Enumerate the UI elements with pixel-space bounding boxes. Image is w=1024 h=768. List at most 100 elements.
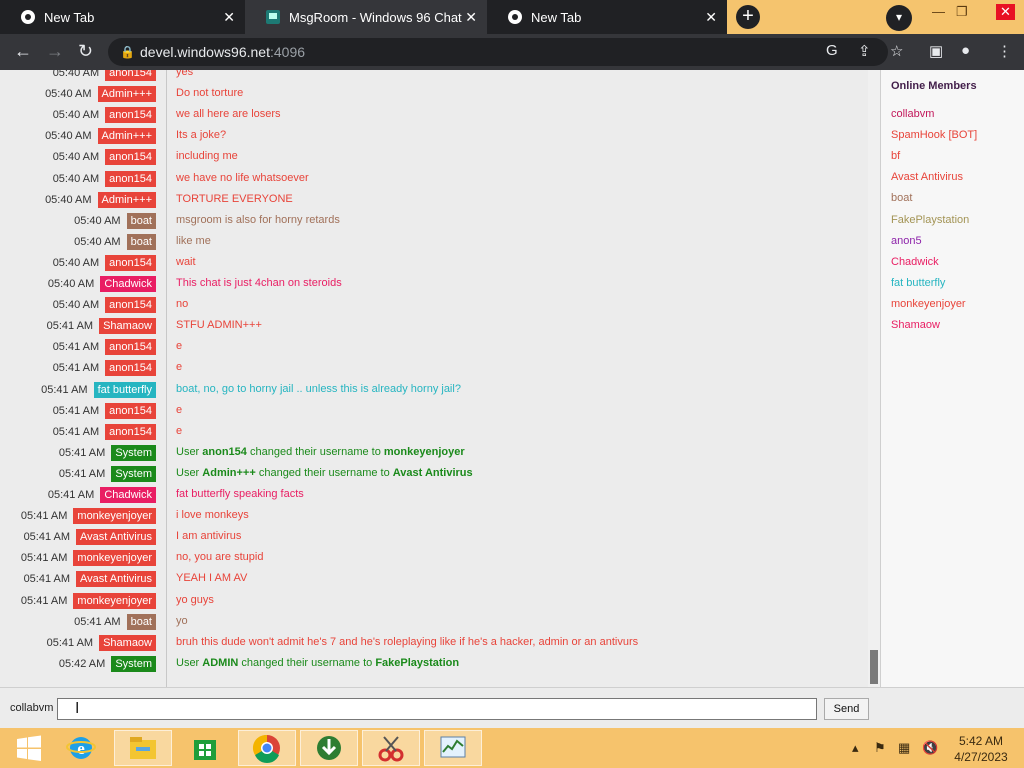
task-manager-icon[interactable] [424,730,482,766]
message-username-badge[interactable]: anon154 [105,297,156,314]
member-item[interactable]: Avast Antivirus [891,171,963,183]
message-username-badge[interactable]: anon154 [105,170,156,187]
message-username-badge[interactable]: monkeyenjoyer [73,550,156,567]
action-center-flag-icon[interactable]: ⚑ [874,740,886,756]
message-username-badge[interactable]: monkeyenjoyer [73,508,156,525]
member-item[interactable]: anon5 [891,235,922,247]
message-username-badge[interactable]: anon154 [105,423,156,440]
message-username-badge[interactable]: Admin+++ [97,86,156,103]
nickname-label[interactable]: collabvm [10,702,53,714]
close-tab-icon[interactable]: ✕ [465,9,477,26]
message-username-badge[interactable]: anon154 [105,254,156,271]
file-explorer-icon[interactable] [114,730,172,766]
message-time: 05:41 AM [47,489,95,501]
message-text: like me [176,234,211,247]
message-username-badge[interactable]: anon154 [105,360,156,377]
message-meta: 05:41 AM fat butterfly [41,381,156,398]
message-username-badge[interactable]: boat [126,212,156,229]
restore-icon[interactable]: ❐ [956,4,968,20]
message-username-badge[interactable]: System [111,465,156,482]
message-text: yo [176,614,188,627]
member-item[interactable]: fat butterfly [891,277,945,289]
tab-search-button[interactable]: ▾ [886,5,912,31]
message-username-badge[interactable]: anon154 [105,339,156,356]
reload-icon[interactable]: ↻ [78,42,93,60]
snipping-tool-icon[interactable] [362,730,420,766]
close-tab-icon[interactable]: ✕ [705,9,717,26]
message-meta: 05:40 AM Admin+++ [45,86,156,103]
network-icon[interactable]: ▦ [898,740,910,756]
message-time: 05:40 AM [74,235,121,248]
message-time: 05:40 AM [74,214,121,227]
tab-new-tab-1[interactable]: New Tab ✕ [0,0,245,34]
message-username-badge[interactable]: monkeyenjoyer [73,592,156,609]
message-meta: 05:40 AM boat [74,212,156,229]
bookmark-star-icon[interactable]: ☆ [890,42,903,60]
address-bar[interactable]: 🔒 devel.windows96.net:4096 [108,38,888,66]
send-button[interactable]: Send [824,698,869,720]
chat-log[interactable]: 05:40 AM anon154 yes 05:40 AM Admin+++ Do not… [0,70,880,687]
chat-message-row: 05:41 AM Avast Antivirus YEAH I AM AV [0,568,860,589]
message-time: 05:40 AM [52,70,100,79]
member-item[interactable]: boat [891,192,912,204]
message-username-badge[interactable]: anon154 [105,107,156,124]
message-time: 05:40 AM [52,151,100,164]
message-username-badge[interactable]: Shamaow [99,318,156,335]
message-username-badge[interactable]: anon154 [105,70,156,81]
member-item[interactable]: Chadwick [891,256,939,268]
back-icon[interactable]: ← [14,42,32,60]
message-text: including me [176,150,238,163]
tab-msgroom[interactable]: MsgRoom - Windows 96 Chat ✕ [245,0,487,34]
message-username-badge[interactable]: fat butterfly [93,381,156,398]
tab-new-tab-2[interactable]: New Tab ✕ [487,0,727,34]
member-item[interactable]: SpamHook [BOT] [891,129,977,141]
message-time: 05:40 AM [45,88,92,101]
message-username-badge[interactable]: Admin+++ [97,128,156,145]
message-username-badge[interactable]: Admin+++ [97,191,156,208]
close-window-icon[interactable]: ✕ [996,4,1015,20]
chat-scrollbar[interactable] [868,70,880,687]
message-meta: 05:41 AM System [59,444,156,461]
message-username-badge[interactable]: Shamaow [99,634,156,651]
system-clock[interactable]: 5:42 AM 4/27/2023 [948,733,1014,765]
google-lens-icon[interactable]: G [826,42,838,59]
message-username-badge[interactable]: System [111,655,156,672]
scrollbar-thumb[interactable] [870,650,878,684]
message-meta: 05:40 AM Admin+++ [45,191,156,208]
member-item[interactable]: bf [891,150,900,162]
menu-icon[interactable]: ⋮ [997,42,1012,60]
start-button[interactable] [0,730,58,766]
forward-icon[interactable]: → [46,42,64,60]
side-panel-icon[interactable]: ▣ [929,42,943,60]
volume-muted-icon[interactable]: 🔇 [922,740,938,756]
minimize-icon[interactable]: — [932,4,945,19]
message-text: yes [176,70,194,78]
member-item[interactable]: Shamaow [891,319,940,331]
message-username-badge[interactable]: Avast Antivirus [76,571,156,588]
message-username-badge[interactable]: Chadwick [100,487,156,503]
old-username: ADMIN [202,656,239,669]
profile-icon[interactable]: ● [961,42,970,59]
share-icon[interactable]: ⇪ [858,42,871,60]
download-manager-icon[interactable] [300,730,358,766]
show-hidden-icons-icon[interactable]: ▴ [852,740,859,756]
message-username-badge[interactable]: boat [126,613,156,630]
message-username-badge[interactable]: anon154 [105,149,156,166]
chrome-icon[interactable] [238,730,296,766]
message-username-badge[interactable]: Avast Antivirus [76,529,156,546]
member-item[interactable]: collabvm [891,108,934,120]
message-text: I am antivirus [176,530,242,543]
new-tab-button[interactable]: + [736,5,760,29]
message-username-badge[interactable]: anon154 [105,402,156,419]
message-input[interactable] [57,698,817,720]
store-icon[interactable] [176,730,234,766]
member-item[interactable]: monkeyenjoyer [891,298,966,310]
message-username-badge[interactable]: boat [126,233,156,250]
message-username-badge[interactable]: Chadwick [100,276,156,292]
message-time: 05:41 AM [46,636,94,649]
internet-explorer-icon[interactable]: e [52,730,110,766]
message-time: 05:41 AM [46,320,94,333]
close-tab-icon[interactable]: ✕ [223,9,235,26]
member-item[interactable]: FakePlaystation [891,214,969,226]
message-username-badge[interactable]: System [111,444,156,461]
